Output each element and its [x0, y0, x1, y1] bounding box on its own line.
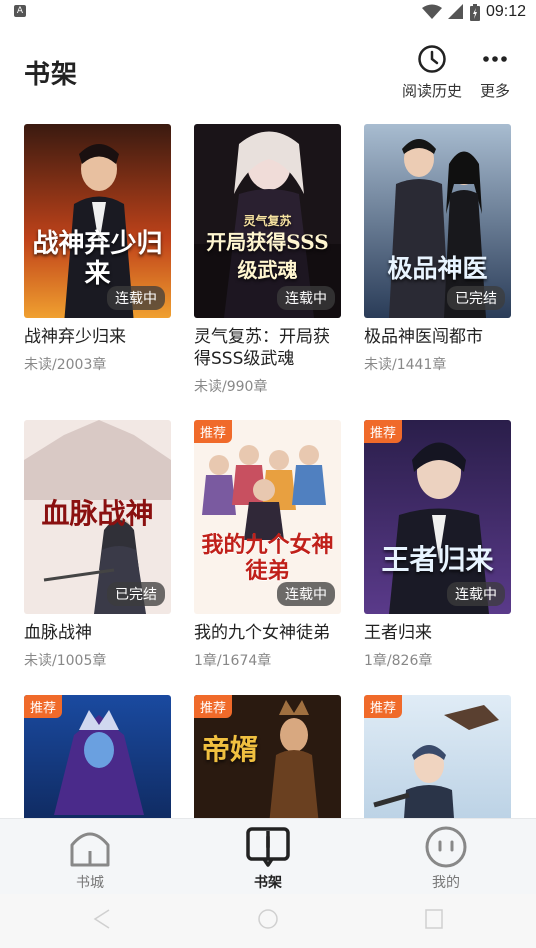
- book-progress: 未读/2003章: [24, 357, 107, 373]
- book-icon: [246, 827, 290, 867]
- cover-title-text: 战神弃少归来: [32, 229, 163, 289]
- cover-title-text: 血脉战神: [41, 497, 154, 530]
- book-title: 灵气复苏：开局获得SSS级武魂: [194, 327, 330, 369]
- book-status-badge: 连载中: [277, 582, 335, 606]
- bookshelf-grid: 战神弃少归来 连载中 战神弃少归来 未读/2003章 灵气复苏 开局获得SSS级…: [0, 124, 536, 818]
- recommend-badge: 推荐: [194, 420, 233, 443]
- book-cover[interactable]: 战神弃少归来 连载中: [24, 124, 171, 318]
- book-card[interactable]: 王者归来 推荐 连载中 王者归来 1章/826章: [364, 420, 511, 670]
- reading-history-button[interactable]: 阅读历史: [401, 44, 463, 101]
- more-label: 更多: [479, 82, 510, 100]
- book-status-badge: 已完结: [447, 286, 505, 310]
- tab-profile[interactable]: 我的: [386, 819, 506, 895]
- home-icon: [70, 832, 110, 867]
- book-progress: 未读/1005章: [24, 653, 107, 669]
- cover-subtitle-text: 灵气复苏: [243, 214, 292, 228]
- book-card[interactable]: 战神弃少归来 连载中 战神弃少归来 未读/2003章: [24, 124, 171, 374]
- book-progress: 1章/1674章: [194, 653, 272, 669]
- notification-icon: A: [14, 5, 26, 17]
- wifi-icon: [421, 4, 442, 19]
- book-progress: 未读/990章: [194, 379, 268, 395]
- book-card[interactable]: 推荐: [364, 695, 511, 818]
- book-cover[interactable]: 帝婿 推荐: [194, 695, 341, 818]
- status-time: 09:12: [485, 3, 526, 20]
- book-cover[interactable]: 极品神医 已完结: [364, 124, 511, 318]
- book-cover[interactable]: 我的九个女神徒弟 推荐 连载中: [194, 420, 341, 614]
- status-icons: 09:12: [421, 2, 526, 22]
- book-card[interactable]: 血脉战神 已完结 血脉战神 未读/1005章: [24, 420, 171, 670]
- bottom-tab-bar: 书城 书架 我的: [0, 818, 536, 894]
- book-title: 血脉战神: [24, 623, 92, 643]
- book-status-badge: 连载中: [107, 286, 165, 310]
- book-title: 我的九个女神徒弟: [194, 623, 330, 643]
- cover-title-text: 帝婿: [201, 733, 258, 766]
- recommend-badge: 推荐: [24, 695, 63, 718]
- book-title: 极品神医闯都市: [364, 327, 483, 347]
- page-title: 书架: [24, 60, 79, 90]
- more-button[interactable]: 更多: [476, 44, 514, 101]
- book-status-badge: 连载中: [447, 582, 505, 606]
- cover-title-text: 王者归来: [381, 543, 494, 576]
- battery-icon: [469, 3, 480, 21]
- book-cover[interactable]: 血脉战神 已完结: [24, 420, 171, 614]
- book-card[interactable]: 我的九个女神徒弟 推荐 连载中 我的九个女神徒弟 1章/1674章: [194, 420, 341, 670]
- tab-bookshelf-label: 书架: [254, 875, 282, 891]
- tab-bookstore-label: 书城: [76, 875, 104, 891]
- recommend-badge: 推荐: [194, 695, 233, 718]
- book-card[interactable]: 帝婿 推荐: [194, 695, 341, 818]
- book-card[interactable]: 推荐: [24, 695, 171, 818]
- book-cover[interactable]: 灵气复苏 开局获得SSS级武魂 连载中: [194, 124, 341, 318]
- book-title: 王者归来: [364, 623, 432, 643]
- book-status-badge: 连载中: [277, 286, 335, 310]
- book-status-badge: 已完结: [107, 582, 165, 606]
- home-nav-icon[interactable]: [257, 908, 279, 930]
- more-dots-icon: [483, 56, 507, 62]
- book-cover[interactable]: 推荐: [364, 695, 511, 818]
- cover-title-text: 我的九个女神徒弟: [201, 532, 334, 584]
- status-bar: A 09:12: [0, 0, 536, 24]
- top-bar: 书架 阅读历史 更多: [0, 24, 536, 106]
- recents-icon[interactable]: [424, 908, 444, 930]
- book-title: 战神弃少归来: [24, 327, 126, 347]
- reading-history-label: 阅读历史: [401, 82, 462, 100]
- book-progress: 1章/826章: [364, 653, 433, 669]
- book-card[interactable]: 灵气复苏 开局获得SSS级武魂 连载中 灵气复苏：开局获得SSS级武魂 未读/9…: [194, 124, 341, 396]
- cover-title-text: 开局获得SSS级武魂: [206, 230, 329, 282]
- signal-icon: [447, 4, 463, 19]
- recommend-badge: 推荐: [364, 420, 403, 443]
- book-card[interactable]: 极品神医 已完结 极品神医闯都市 未读/1441章: [364, 124, 511, 374]
- book-progress: 未读/1441章: [364, 357, 447, 373]
- profile-icon: [425, 826, 467, 868]
- clock-icon: [418, 45, 446, 73]
- cover-title-text: 极品神医: [387, 254, 488, 283]
- book-cover[interactable]: 王者归来 推荐 连载中: [364, 420, 511, 614]
- system-nav-bar: [0, 894, 536, 948]
- tab-bookstore[interactable]: 书城: [30, 819, 150, 895]
- tab-bookshelf[interactable]: 书架: [208, 819, 328, 895]
- tab-profile-label: 我的: [432, 875, 460, 891]
- book-cover[interactable]: 推荐: [24, 695, 171, 818]
- recommend-badge: 推荐: [364, 695, 403, 718]
- back-icon[interactable]: [92, 908, 112, 930]
